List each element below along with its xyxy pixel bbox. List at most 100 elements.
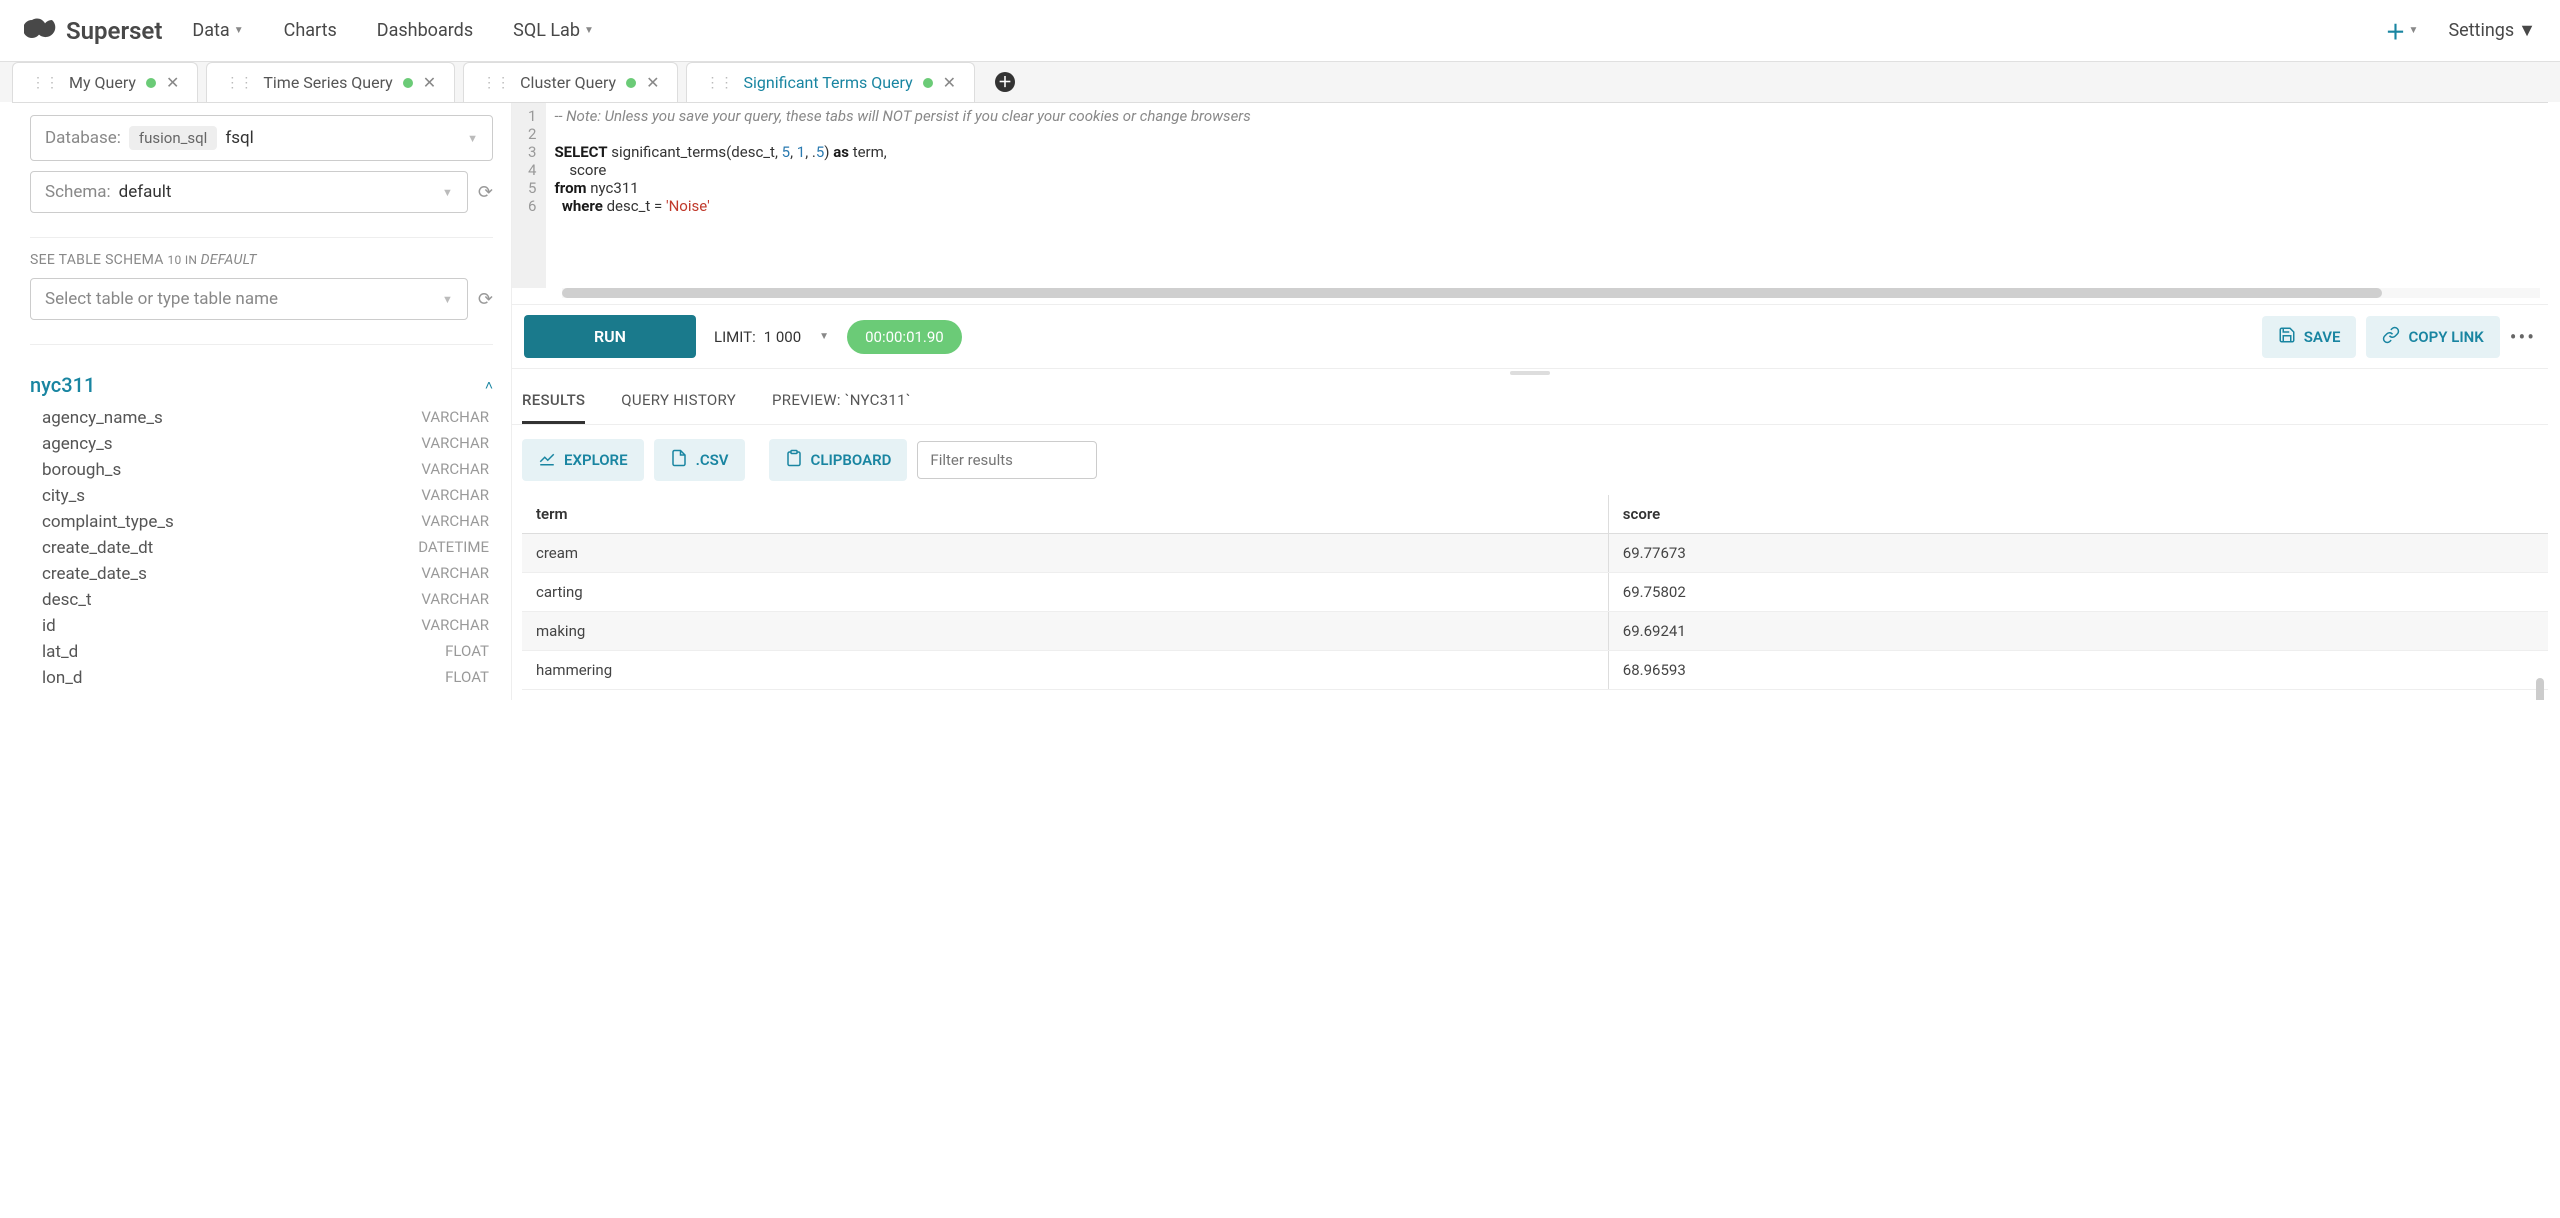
column-header[interactable]: score — [1608, 495, 2548, 534]
sql-editor[interactable]: 123456 -- Note: Unless you save your que… — [512, 103, 2548, 288]
column-row[interactable]: desc_t VARCHAR — [30, 587, 489, 613]
table-name: nyc311 — [30, 373, 95, 397]
column-name: create_date_dt — [42, 538, 153, 558]
tab-query-history[interactable]: QUERY HISTORY — [621, 391, 736, 424]
nav-data[interactable]: Data▼ — [192, 20, 243, 41]
column-type: VARCHAR — [421, 434, 489, 454]
table-header[interactable]: nyc311 ˄ — [30, 373, 493, 397]
clipboard-button[interactable]: CLIPBOARD — [769, 439, 908, 481]
query-timer: 00:00:01.90 — [847, 320, 962, 354]
column-name: create_date_s — [42, 564, 147, 584]
run-button[interactable]: RUN — [524, 315, 696, 358]
copy-link-button[interactable]: COPY LINK — [2366, 316, 2499, 358]
plus-circle-icon: ＋ — [995, 72, 1015, 92]
column-row[interactable]: create_date_dtDATETIME — [30, 535, 489, 561]
nav-charts[interactable]: Charts — [284, 20, 337, 41]
clipboard-icon — [785, 449, 803, 471]
caret-down-icon: ▼ — [467, 132, 478, 145]
table-row[interactable]: carting69.75802 — [522, 573, 2548, 612]
nav-settings[interactable]: Settings▼ — [2448, 20, 2536, 41]
results-table: termscore cream69.77673carting69.75802ma… — [522, 495, 2548, 690]
close-icon[interactable]: ✕ — [943, 73, 956, 92]
brand-logo[interactable]: Superset — [24, 14, 162, 47]
table-row[interactable]: cream69.77673 — [522, 534, 2548, 573]
column-type: VARCHAR — [421, 486, 489, 506]
column-row[interactable]: lat_dFLOAT — [30, 639, 489, 665]
brand-text: Superset — [66, 17, 162, 45]
editor-hscrollbar[interactable] — [562, 288, 2540, 298]
column-name: agency_name_s — [42, 408, 163, 428]
column-row[interactable]: complaint_type_sVARCHAR — [30, 509, 489, 535]
schema-select[interactable]: Schema: default ▼ — [30, 171, 468, 213]
tab-label: Cluster Query — [520, 73, 616, 92]
main-nav: Data▼ Charts Dashboards SQL Lab▼ — [192, 20, 593, 41]
nav-sqllab[interactable]: SQL Lab▼ — [513, 20, 594, 41]
database-select[interactable]: Database: fusion_sql fsql ▼ — [30, 115, 493, 161]
chart-icon — [538, 449, 556, 471]
chevron-up-icon: ˄ — [485, 377, 493, 394]
editor-gutter: 123456 — [512, 103, 546, 288]
result-toolbar: EXPLORE .CSV CLIPBOARD — [512, 425, 2548, 495]
table-cell: 68.96593 — [1608, 651, 2548, 690]
column-row[interactable]: borough_sVARCHAR — [30, 457, 489, 483]
save-button[interactable]: SAVE — [2262, 316, 2357, 358]
column-type: VARCHAR — [421, 616, 489, 636]
status-dot-icon — [403, 78, 413, 88]
column-list[interactable]: agency_name_sVARCHARagency_sVARCHARborou… — [30, 405, 493, 700]
csv-button[interactable]: .CSV — [654, 439, 745, 481]
caret-down-icon: ▼ — [442, 186, 453, 199]
left-panel: Database: fusion_sql fsql ▼ Schema: defa… — [12, 103, 512, 700]
column-type: VARCHAR — [421, 564, 489, 584]
explore-button[interactable]: EXPLORE — [522, 439, 644, 481]
tab-my-query[interactable]: ⋮⋮ My Query ✕ — [12, 62, 198, 102]
tab-significant-terms[interactable]: ⋮⋮ Significant Terms Query ✕ — [686, 62, 975, 102]
add-tab-button[interactable]: ＋ — [983, 64, 1027, 100]
tab-time-series[interactable]: ⋮⋮ Time Series Query ✕ — [206, 62, 455, 102]
more-actions-icon[interactable]: ••• — [2510, 325, 2536, 349]
status-dot-icon — [923, 78, 933, 88]
status-dot-icon — [626, 78, 636, 88]
tab-results[interactable]: RESULTS — [522, 391, 585, 424]
column-row[interactable]: lon_dFLOAT — [30, 665, 489, 691]
close-icon[interactable]: ✕ — [166, 73, 179, 92]
limit-label: LIMIT: — [714, 328, 756, 346]
close-icon[interactable]: ✕ — [423, 73, 436, 92]
close-icon[interactable]: ✕ — [646, 73, 659, 92]
table-row[interactable]: making69.69241 — [522, 612, 2548, 651]
filter-results-input[interactable] — [917, 441, 1097, 479]
tab-preview[interactable]: PREVIEW: `NYC311` — [772, 391, 911, 424]
nav-dashboards[interactable]: Dashboards — [377, 20, 473, 41]
table-cell: 69.77673 — [1608, 534, 2548, 573]
limit-select[interactable]: LIMIT: 1 000 ▼ — [714, 328, 829, 346]
file-icon — [670, 449, 688, 471]
status-dot-icon — [146, 78, 156, 88]
column-header[interactable]: term — [522, 495, 1608, 534]
table-select[interactable]: Select table or type table name ▼ — [30, 278, 468, 320]
column-name: desc_t — [42, 590, 92, 610]
tab-cluster[interactable]: ⋮⋮ Cluster Query ✕ — [463, 62, 678, 102]
refresh-table-icon[interactable]: ⟳ — [478, 289, 493, 310]
logo-icon — [24, 14, 60, 47]
table-row[interactable]: hammering68.96593 — [522, 651, 2548, 690]
add-button[interactable]: ＋▼ — [2386, 16, 2419, 45]
results-vscrollbar[interactable] — [2536, 678, 2544, 700]
column-type: VARCHAR — [421, 590, 489, 610]
column-row[interactable]: agency_name_sVARCHAR — [30, 405, 489, 431]
tab-label: Time Series Query — [263, 73, 392, 92]
pane-resize-handle[interactable] — [512, 369, 2548, 377]
column-type: FLOAT — [445, 642, 489, 662]
column-row[interactable]: city_sVARCHAR — [30, 483, 489, 509]
editor-code[interactable]: -- Note: Unless you save your query, the… — [546, 103, 2548, 288]
column-row[interactable]: idVARCHAR — [30, 613, 489, 639]
drag-icon: ⋮⋮ — [705, 75, 733, 91]
refresh-schema-icon[interactable]: ⟳ — [478, 182, 493, 203]
caret-down-icon: ▼ — [442, 293, 453, 306]
database-value: fsql — [225, 128, 253, 148]
column-row[interactable]: agency_sVARCHAR — [30, 431, 489, 457]
column-name: borough_s — [42, 460, 121, 480]
plus-icon: ＋ — [2386, 16, 2406, 45]
caret-down-icon: ▼ — [2409, 25, 2419, 36]
drag-icon: ⋮⋮ — [225, 75, 253, 91]
column-name: complaint_type_s — [42, 512, 174, 532]
column-row[interactable]: create_date_s VARCHAR — [30, 561, 489, 587]
